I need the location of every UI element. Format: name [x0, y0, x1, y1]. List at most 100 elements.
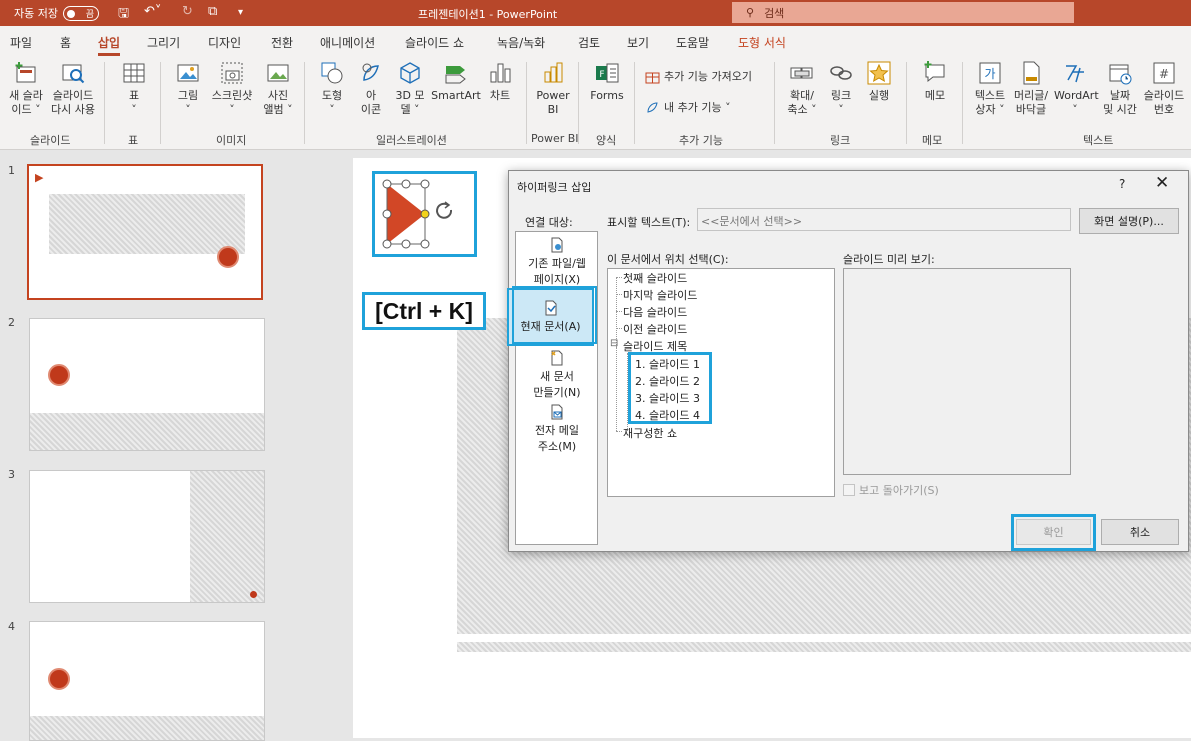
help-button[interactable]: ? — [1119, 177, 1125, 191]
comment-button[interactable]: 메모 — [917, 60, 953, 103]
chart-button[interactable]: 차트 — [485, 60, 515, 103]
reuse-slides-button[interactable]: 슬라이드 다시 사용 — [49, 60, 97, 117]
tree-item-slide-2[interactable]: 2. 슬라이드 2 — [635, 373, 700, 389]
chart-icon — [490, 63, 511, 83]
autosave-toggle[interactable]: 끔 — [62, 5, 99, 21]
wordart-button[interactable]: WordArt ˅ — [1054, 60, 1099, 117]
undo-icon[interactable]: ↶˅ — [144, 4, 161, 19]
tab-transitions[interactable]: 전환 — [271, 34, 293, 51]
get-addins-button[interactable]: 추가 기능 가져오기 — [645, 68, 752, 84]
tree-connector — [616, 277, 617, 347]
forms-button[interactable]: F Forms — [588, 60, 626, 103]
tree-item-slide-1[interactable]: 1. 슬라이드 1 — [635, 356, 700, 372]
link-existing-file[interactable]: 기존 파일/웹 페이지(X) — [518, 237, 596, 286]
link-create-new-document[interactable]: 새 문서 만들기(N) — [518, 350, 596, 402]
tab-record[interactable]: 녹음/녹화 — [497, 34, 545, 51]
tab-shape-format[interactable]: 도형 서식 — [738, 34, 786, 51]
link-email-address-label-2: 주소(M) — [537, 440, 577, 453]
tab-insert[interactable]: 삽입 — [98, 34, 121, 56]
tree-item-custom-shows[interactable]: 재구성한 쇼 — [623, 425, 677, 441]
tab-design[interactable]: 디자인 — [208, 34, 241, 51]
close-icon[interactable]: ✕ — [1155, 173, 1169, 193]
photo-album-label-2: 앨범 ˅ — [263, 103, 293, 116]
screenshot-button[interactable]: 스크린샷 ˅ — [208, 60, 256, 117]
svg-text:가: 가 — [984, 67, 995, 81]
slide-number-button[interactable]: # 슬라이드 번호 — [1140, 60, 1188, 117]
shortcut-annotation: [Ctrl + K] — [362, 292, 486, 330]
smartart-button[interactable]: SmartArt — [431, 60, 481, 103]
tree-item-first-slide[interactable]: 첫째 슬라이드 — [623, 270, 687, 286]
zoom-button[interactable]: 확대/ 축소 ˅ — [783, 60, 821, 117]
collapse-icon[interactable]: ⊟ — [610, 338, 618, 349]
slide-thumbnail-4[interactable] — [29, 621, 265, 741]
screentip-button[interactable]: 화면 설명(P)... — [1079, 208, 1179, 234]
ok-button[interactable]: 확인 — [1016, 519, 1091, 545]
new-slide-button[interactable]: 새 슬라 이드 ˅ — [6, 60, 46, 117]
save-icon[interactable]: 🖫 — [118, 4, 129, 26]
zoom-label-2: 축소 ˅ — [787, 103, 817, 116]
group-separator — [962, 62, 963, 144]
icons-button[interactable]: 아 이콘 — [354, 60, 388, 117]
start-slideshow-icon[interactable]: ⧉ — [208, 4, 217, 19]
addins-icon — [647, 101, 658, 113]
web-page-icon — [551, 237, 563, 253]
slide-thumbnail-3[interactable] — [29, 470, 265, 603]
autosave: 자동 저장 끔 — [14, 5, 99, 21]
group-separator — [634, 62, 635, 144]
group-label-illustrations: 일러스트레이션 — [376, 134, 447, 147]
my-addins-label: 내 추가 기능 ˅ — [664, 101, 731, 114]
tab-slideshow[interactable]: 슬라이드 쇼 — [405, 34, 464, 51]
slide-thumbnail-2[interactable] — [29, 318, 265, 451]
textbox-button[interactable]: 가 텍스트 상자 ˅ — [970, 60, 1010, 117]
tab-review[interactable]: 검토 — [578, 34, 600, 51]
slide-number-label-1: 슬라이드 — [1143, 89, 1185, 102]
search-box[interactable]: ⚲ 검색 — [732, 2, 1074, 23]
photo-album-button[interactable]: 사진 앨범 ˅ — [259, 60, 297, 117]
power-bi-button[interactable]: Power BI — [535, 60, 571, 117]
tab-animations[interactable]: 애니메이션 — [320, 34, 375, 51]
action-button[interactable]: 실행 — [863, 60, 895, 103]
tab-draw[interactable]: 그리기 — [147, 34, 180, 51]
tree-item-slide-3[interactable]: 3. 슬라이드 3 — [635, 390, 700, 406]
tab-home[interactable]: 홈 — [60, 34, 71, 51]
tab-help[interactable]: 도움말 — [676, 34, 709, 51]
date-time-button[interactable]: 날짜 및 시간 — [1099, 60, 1141, 117]
customize-qat-icon[interactable]: ▾ — [238, 7, 243, 18]
header-footer-button[interactable]: 머리글/ 바닥글 — [1010, 60, 1052, 117]
store-icon — [645, 72, 660, 83]
thumbnail-number: 2 — [8, 316, 15, 329]
reuse-slides-label-1: 슬라이드 — [52, 89, 94, 102]
link-existing-file-label-1: 기존 파일/웹 — [528, 257, 586, 270]
3d-models-button[interactable]: 3D 모 델 ˅ — [392, 60, 428, 117]
show-and-return-checkbox[interactable]: 보고 돌아가기(S) — [843, 482, 939, 498]
date-time-label-2: 및 시간 — [1103, 103, 1137, 116]
document-location-tree[interactable]: 첫째 슬라이드 마지막 슬라이드 다음 슬라이드 이전 슬라이드 ⊟ 슬라이드 … — [607, 268, 835, 497]
link-create-new-document-label-1: 새 문서 — [540, 370, 574, 383]
tree-connector — [616, 328, 622, 329]
table-button[interactable]: 표 ˅ — [114, 60, 154, 117]
icons-label-2: 이콘 — [360, 103, 382, 116]
redo-icon[interactable]: ↻ — [182, 4, 193, 19]
tree-item-slide-4[interactable]: 4. 슬라이드 4 — [635, 407, 700, 423]
shapes-button[interactable]: 도형 ˅ — [316, 60, 348, 117]
group-separator — [774, 62, 775, 144]
link-email-address[interactable]: 전자 메일 주소(M) — [518, 404, 596, 456]
link-button[interactable]: 링크 ˅ — [826, 60, 856, 117]
link-email-address-label-1: 전자 메일 — [535, 424, 579, 437]
picture-button[interactable]: 그림 ˅ — [170, 60, 206, 117]
play-triangle-shape[interactable] — [377, 176, 473, 252]
tab-file[interactable]: 파일 — [10, 34, 32, 51]
slide-thumbnail-1[interactable]: ▶ — [27, 164, 263, 300]
dialog-title: 하이퍼링크 삽입 — [517, 181, 592, 194]
tab-view[interactable]: 보기 — [627, 34, 649, 51]
tree-item-next-slide[interactable]: 다음 슬라이드 — [623, 304, 687, 320]
display-text-input[interactable]: <<문서에서 선택>> — [697, 208, 1071, 231]
document-title: 프레젠테이션1 - PowerPoint — [418, 8, 558, 21]
tree-item-previous-slide[interactable]: 이전 슬라이드 — [623, 321, 687, 337]
group-label-table: 표 — [128, 134, 139, 147]
forms-label: Forms — [590, 89, 624, 102]
group-label-images: 이미지 — [216, 134, 247, 147]
cancel-button[interactable]: 취소 — [1101, 519, 1179, 545]
my-addins-button[interactable]: 내 추가 기능 ˅ — [645, 99, 731, 115]
tree-item-last-slide[interactable]: 마지막 슬라이드 — [623, 287, 697, 303]
